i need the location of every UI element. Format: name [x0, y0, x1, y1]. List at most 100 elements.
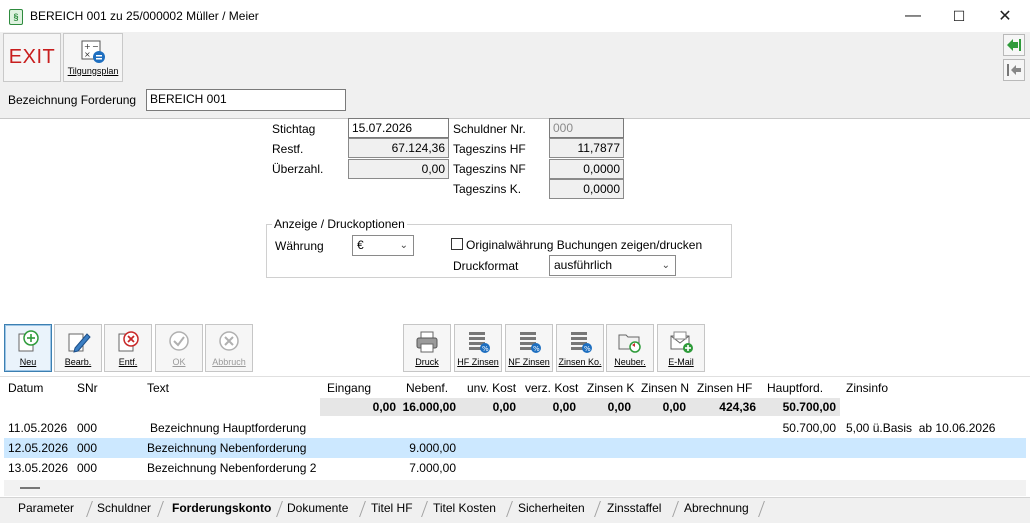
dock-left-button[interactable] — [1003, 59, 1025, 81]
schuldner-input[interactable]: 000 — [549, 118, 624, 138]
cell-nebenf: 7.000,00 — [409, 461, 456, 475]
stichtag-label: Stichtag — [272, 122, 316, 136]
cell-text: Bezeichnung Hauptforderung — [150, 421, 307, 435]
entf-label: Entf. — [118, 357, 138, 367]
tab-titel-hf[interactable]: Titel HF — [371, 501, 413, 515]
tab-separator — [359, 501, 366, 517]
col-zinsen-k[interactable]: Zinsen K — [587, 381, 635, 395]
exit-button[interactable]: EXIT — [3, 33, 61, 82]
restf-label: Restf. — [272, 142, 304, 156]
col-hauptford[interactable]: Hauptford. — [767, 381, 823, 395]
druckformat-label: Druckformat — [453, 259, 519, 273]
maximize-icon: ☐ — [952, 7, 966, 24]
tageszins-hf-value: 11,7877 — [549, 138, 624, 158]
tilgungsplan-button[interactable]: + − × Tilgungsplan — [63, 33, 123, 82]
col-unv-kost[interactable]: unv. Kost — [467, 381, 516, 395]
col-snr[interactable]: SNr — [77, 381, 98, 395]
dock-right-button[interactable] — [1003, 34, 1025, 56]
col-datum[interactable]: Datum — [8, 381, 43, 395]
sum-zinsen-k: 0,00 — [607, 400, 631, 414]
entf-button[interactable]: Entf. — [104, 324, 152, 372]
originalwaehrung-checkbox[interactable] — [451, 238, 463, 250]
sum-eingang: 0,00 — [372, 400, 396, 414]
bezeichnung-label: Bezeichnung Forderung — [8, 93, 137, 107]
druck-label: Druck — [415, 357, 439, 367]
abbruch-button[interactable]: Abbruch — [205, 324, 253, 372]
bezeichnung-input[interactable]: BEREICH 001 — [146, 89, 346, 111]
originalwaehrung-label: Originalwährung Buchungen zeigen/drucken — [466, 238, 703, 252]
tageszins-nf-value: 0,0000 — [549, 159, 624, 179]
tab-titel-kosten[interactable]: Titel Kosten — [433, 501, 496, 515]
neu-button[interactable]: Neu — [4, 324, 52, 372]
chevron-down-icon: ⌄ — [399, 240, 408, 251]
cell-snr: 000 — [77, 441, 98, 455]
maximize-button[interactable]: ☐ — [936, 0, 982, 32]
svg-text:×: × — [84, 50, 91, 59]
col-zinsen-n[interactable]: Zinsen N — [641, 381, 690, 395]
title-bar: § BEREICH 001 zu 25/000002 Müller / Meie… — [0, 0, 1030, 32]
bearb-button[interactable]: Bearb. — [54, 324, 102, 372]
close-button[interactable]: ✕ — [982, 0, 1028, 32]
calculator-icon: + − × — [81, 40, 105, 63]
druck-button[interactable]: Druck — [403, 324, 451, 372]
arrow-left-green-icon — [1007, 39, 1021, 51]
col-text[interactable]: Text — [147, 381, 169, 395]
tab-parameter[interactable]: Parameter — [18, 501, 74, 515]
close-icon: ✕ — [998, 8, 1012, 25]
zinsen-ko-button[interactable]: % Zinsen Ko. — [556, 324, 604, 372]
tab-forderungskonto[interactable]: Forderungskonto — [172, 501, 271, 515]
scroll-thumb[interactable] — [20, 487, 40, 489]
interest-list-icon: % — [520, 332, 541, 353]
tageszins-k-label: Tageszins K. — [453, 182, 522, 196]
email-label: E-Mail — [668, 357, 694, 367]
horizontal-scrollbar[interactable] — [4, 480, 1026, 496]
tab-separator — [157, 501, 164, 517]
tab-sicherheiten[interactable]: Sicherheiten — [518, 501, 585, 515]
tab-separator — [276, 501, 283, 517]
email-button[interactable]: E-Mail — [657, 324, 705, 372]
col-eingang[interactable]: Eingang — [327, 381, 371, 395]
bearb-label: Bearb. — [64, 357, 92, 367]
tab-separator — [86, 501, 93, 517]
grid-divider — [0, 376, 1030, 377]
table-row[interactable]: 12.05.2026 000 Bezeichnung Nebenforderun… — [4, 438, 1026, 458]
table-row[interactable]: 11.05.2026 000 Bezeichnung Hauptforderun… — [4, 418, 1026, 438]
tab-zinsstaffel[interactable]: Zinsstaffel — [607, 501, 661, 515]
neu-label: Neu — [19, 357, 37, 367]
cell-datum: 12.05.2026 — [8, 441, 69, 455]
waehrung-select[interactable]: € ⌄ — [352, 235, 414, 256]
druckformat-value: ausführlich — [554, 258, 613, 272]
col-zinsinfo[interactable]: Zinsinfo — [846, 381, 888, 395]
tab-schuldner[interactable]: Schuldner — [97, 501, 151, 515]
add-icon — [18, 330, 39, 352]
nf-zinsen-button[interactable]: % NF Zinsen — [505, 324, 553, 372]
sum-unv-kost: 0,00 — [492, 400, 516, 414]
neuber-button[interactable]: Neuber. — [606, 324, 654, 372]
minimize-icon: — — [905, 7, 921, 24]
table-row[interactable]: 13.05.2026 000 Bezeichnung Nebenforderun… — [4, 458, 1026, 478]
tab-bar: Parameter Schuldner Forderungskonto Doku… — [0, 497, 1030, 523]
sum-zinsen-n: 0,00 — [662, 400, 686, 414]
tab-separator — [506, 501, 513, 517]
druckformat-select[interactable]: ausführlich ⌄ — [549, 255, 676, 276]
refresh-folder-icon — [618, 334, 641, 353]
stichtag-input[interactable]: 15.07.2026 — [348, 118, 449, 138]
printer-icon — [416, 331, 438, 353]
col-verz-kost[interactable]: verz. Kost — [525, 381, 578, 395]
ok-button[interactable]: OK — [155, 324, 203, 372]
svg-text:−: − — [92, 42, 99, 51]
tab-dokumente[interactable]: Dokumente — [287, 501, 348, 515]
restf-value: 67.124,36 — [348, 138, 449, 158]
tab-separator — [672, 501, 679, 517]
tab-abrechnung[interactable]: Abrechnung — [684, 501, 749, 515]
minimize-button[interactable]: — — [890, 0, 936, 32]
hf-zinsen-button[interactable]: % HF Zinsen — [454, 324, 502, 372]
sum-row: 0,00 16.000,00 0,00 0,00 0,00 0,00 424,3… — [320, 398, 840, 416]
bezeichnung-row: Bezeichnung Forderung BEREICH 001 — [0, 84, 1030, 119]
tageszins-hf-label: Tageszins HF — [453, 142, 526, 156]
delete-icon — [118, 331, 139, 352]
sum-verz-kost: 0,00 — [552, 400, 576, 414]
col-zinsen-hf[interactable]: Zinsen HF — [697, 381, 752, 395]
col-nebenf[interactable]: Nebenf. — [406, 381, 448, 395]
sum-hauptford: 50.700,00 — [782, 400, 836, 414]
